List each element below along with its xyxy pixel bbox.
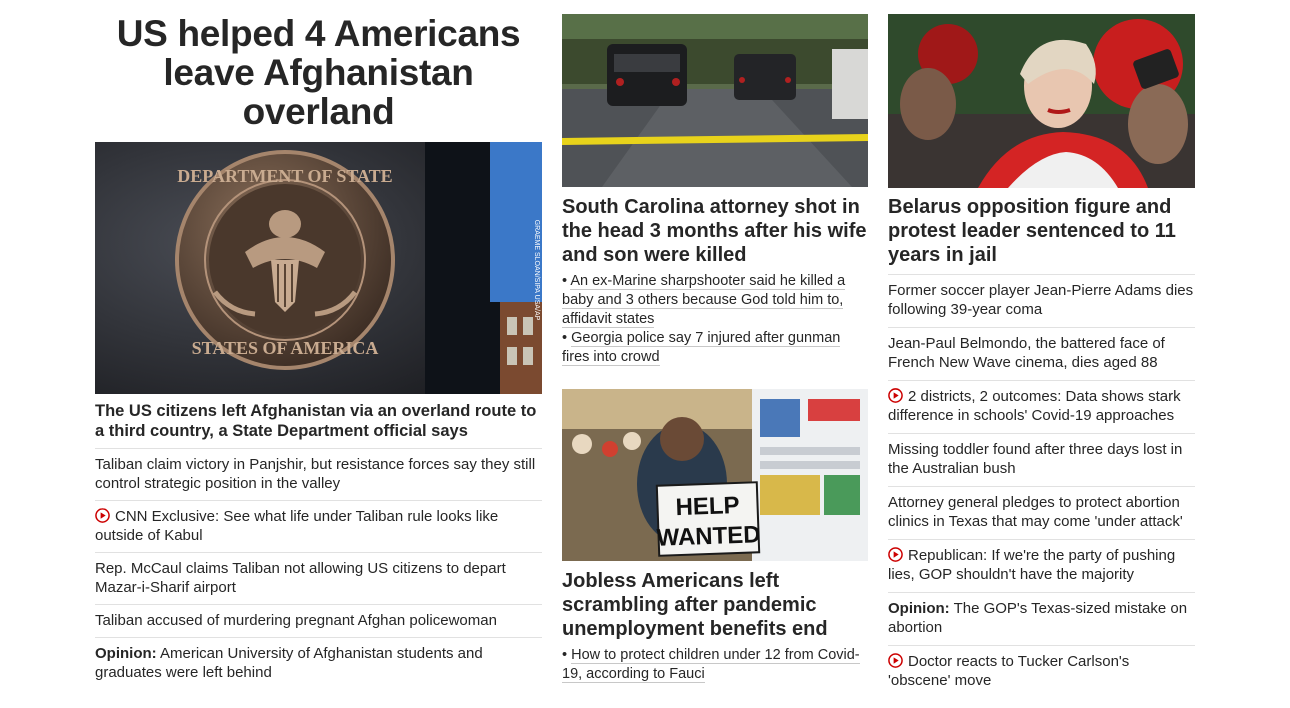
story-text[interactable]: Former soccer player Jean-Pierre Adams d… (888, 282, 1193, 318)
lead-story-column: US helped 4 Americans leave Afghanistan … (95, 14, 542, 681)
play-circle-icon (888, 388, 903, 403)
jobless-headline[interactable]: Jobless Americans left scrambling after … (562, 569, 868, 641)
lead-subheadline[interactable]: The US citizens left Afghanistan via an … (95, 401, 542, 441)
story-link[interactable]: How to protect children under 12 from Co… (562, 647, 860, 683)
story-text[interactable]: CNN Exclusive: See what life under Talib… (95, 508, 498, 544)
help-sign-line-1: HELP (675, 492, 740, 521)
list-item[interactable]: Doctor reacts to Tucker Carlson's 'obsce… (888, 645, 1195, 698)
list-item[interactable]: Jean-Paul Belmondo, the battered face of… (888, 327, 1195, 380)
south-carolina-headline[interactable]: South Carolina attorney shot in the head… (562, 195, 868, 267)
help-sign-line-2: WANTED (656, 521, 761, 552)
play-circle-icon (95, 508, 110, 523)
story-text[interactable]: Jean-Paul Belmondo, the battered face of… (888, 335, 1165, 371)
list-item[interactable]: • How to protect children under 12 from … (562, 646, 868, 684)
svg-text:DEPARTMENT OF STATE: DEPARTMENT OF STATE (177, 166, 392, 186)
list-item[interactable]: Taliban accused of murdering pregnant Af… (95, 604, 542, 637)
state-department-seal-image[interactable]: DEPARTMENT OF STATE STATES OF AMERICA GR… (95, 142, 542, 394)
play-circle-icon (888, 653, 903, 668)
story-text[interactable]: 2 districts, 2 outcomes: Data shows star… (888, 388, 1181, 424)
opinion-label: Opinion: (888, 600, 950, 617)
list-item[interactable]: Attorney general pledges to protect abor… (888, 486, 1195, 539)
list-item[interactable]: 2 districts, 2 outcomes: Data shows star… (888, 380, 1195, 433)
story-text[interactable]: Taliban claim victory in Panjshir, but r… (95, 456, 535, 492)
list-item[interactable]: • An ex-Marine sharpshooter said he kill… (562, 272, 868, 329)
lead-related-stories: Taliban claim victory in Panjshir, but r… (95, 448, 542, 689)
help-wanted-image[interactable]: HELP WANTED (562, 389, 868, 561)
story-link[interactable]: Georgia police say 7 injured after gunma… (562, 330, 841, 366)
list-item[interactable]: Former soccer player Jean-Pierre Adams d… (888, 274, 1195, 327)
list-item[interactable]: Taliban claim victory in Panjshir, but r… (95, 448, 542, 500)
list-item[interactable]: Republican: If we're the party of pushin… (888, 539, 1195, 592)
list-item[interactable]: Opinion: American University of Afghanis… (95, 637, 542, 689)
right-column-stories: Former soccer player Jean-Pierre Adams d… (888, 274, 1195, 698)
belarus-headline[interactable]: Belarus opposition figure and protest le… (888, 195, 1195, 267)
story-text[interactable]: Attorney general pledges to protect abor… (888, 494, 1183, 530)
story-text[interactable]: Taliban accused of murdering pregnant Af… (95, 612, 497, 629)
story-text[interactable]: Missing toddler found after three days l… (888, 441, 1182, 477)
story-text[interactable]: Rep. McCaul claims Taliban not allowing … (95, 560, 506, 596)
list-item[interactable]: Opinion: The GOP's Texas-sized mistake o… (888, 592, 1195, 645)
image-credit: GRAEME SLOAN/SIPA USA/AP (533, 220, 540, 321)
list-item[interactable]: Missing toddler found after three days l… (888, 433, 1195, 486)
jobless-related: • How to protect children under 12 from … (562, 646, 868, 684)
lead-headline[interactable]: US helped 4 Americans leave Afghanistan … (95, 14, 542, 131)
south-carolina-related: • An ex-Marine sharpshooter said he kill… (562, 272, 868, 367)
opinion-label: Opinion: (95, 645, 157, 662)
story-link[interactable]: An ex-Marine sharpshooter said he killed… (562, 273, 846, 328)
list-item[interactable]: • Georgia police say 7 injured after gun… (562, 329, 868, 367)
list-item[interactable]: CNN Exclusive: See what life under Talib… (95, 500, 542, 552)
svg-text:STATES OF AMERICA: STATES OF AMERICA (192, 338, 379, 358)
crime-scene-image[interactable] (562, 14, 868, 187)
belarus-protest-image[interactable] (888, 14, 1195, 188)
list-item[interactable]: Rep. McCaul claims Taliban not allowing … (95, 552, 542, 604)
story-text[interactable]: Doctor reacts to Tucker Carlson's 'obsce… (888, 653, 1129, 689)
story-text[interactable]: Republican: If we're the party of pushin… (888, 547, 1175, 583)
play-circle-icon (888, 547, 903, 562)
